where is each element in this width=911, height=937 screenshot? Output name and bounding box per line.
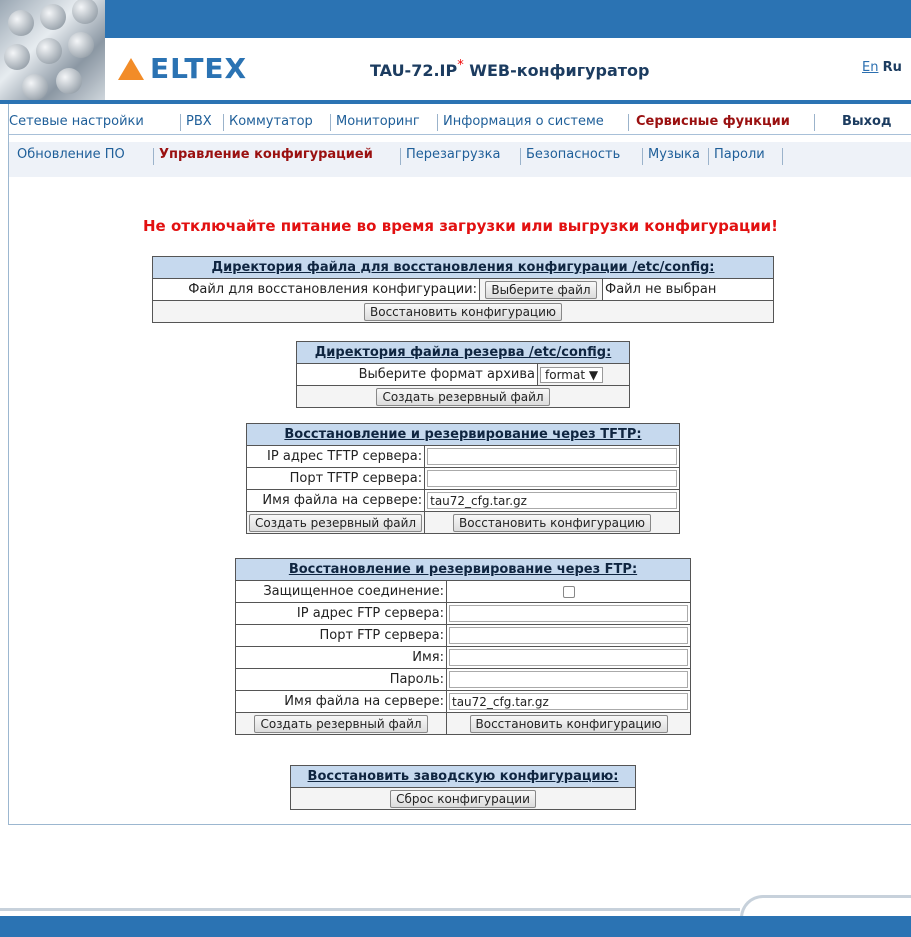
tftp-port-label: Порт TFTP сервера: — [245, 467, 426, 490]
footer-bar — [0, 916, 911, 937]
subtab-reboot[interactable]: Перезагрузка — [406, 147, 500, 162]
ftp-secure-checkbox[interactable] — [562, 585, 575, 598]
ftp-secure-label: Защищенное соединение: — [235, 580, 447, 603]
top-bar — [0, 0, 911, 38]
backup-header: Директория файла резерва /etc/config: — [296, 341, 630, 364]
reset-config-button[interactable]: Сброс конфигурации — [390, 789, 536, 808]
format-label: Выберите формат архива — [296, 363, 538, 386]
format-select[interactable]: format ▼ — [540, 366, 604, 383]
restore-file-label: Файл для восстановления конфигурации: — [152, 278, 480, 301]
logo-triangle-icon — [118, 58, 144, 80]
main-content: Сетевые настройки PBX Коммутатор Монитор… — [8, 104, 911, 825]
factory-reset-table: Восстановить заводскую конфигурацию: Сбр… — [290, 765, 636, 810]
subtab-firmware-update[interactable]: Обновление ПО — [17, 147, 125, 162]
page-title: TAU-72.IP* WEB-конфигуратор — [370, 58, 650, 80]
dropdown-arrow-icon: ▼ — [588, 367, 599, 382]
create-backup-button[interactable]: Создать резервный файл — [376, 387, 550, 406]
subtab-music[interactable]: Музыка — [648, 147, 700, 162]
ftp-ip-label: IP адрес FTP сервера: — [235, 602, 447, 625]
tab-exit[interactable]: Выход — [842, 110, 891, 134]
footer-line — [0, 908, 740, 911]
tftp-filename-label: Имя файла на сервере: — [245, 489, 426, 512]
tab-system-info[interactable]: Информация о системе — [443, 110, 604, 134]
tftp-filename-input[interactable]: tau72_cfg.tar.gz — [427, 492, 677, 509]
backup-table: Директория файла резерва /etc/config: Вы… — [296, 341, 630, 408]
tab-service-functions[interactable]: Сервисные функции — [636, 110, 790, 134]
restore-header: Директория файла для восстановления конф… — [152, 256, 774, 279]
choose-file-button[interactable]: Выберите файл — [485, 280, 597, 299]
restore-file-table: Директория файла для восстановления конф… — [152, 256, 774, 323]
lang-en-link[interactable]: En — [862, 60, 878, 75]
ftp-password-input[interactable] — [449, 671, 688, 688]
ftp-password-label: Пароль: — [235, 668, 447, 691]
keypad-image — [0, 0, 105, 100]
factory-header: Восстановить заводскую конфигурацию: — [290, 765, 636, 788]
ftp-create-backup-button[interactable]: Создать резервный файл — [254, 714, 428, 733]
eltex-logo: ELTEX — [118, 52, 247, 85]
tftp-port-input[interactable] — [427, 470, 677, 487]
restore-config-button[interactable]: Восстановить конфигурацию — [364, 302, 562, 321]
language-switch: En Ru — [862, 60, 902, 75]
footer-curve — [740, 895, 911, 918]
tftp-table: Восстановление и резервирование через TF… — [245, 423, 680, 534]
subtab-config-management[interactable]: Управление конфигурацией — [159, 147, 373, 162]
main-nav: Сетевые настройки PBX Коммутатор Монитор… — [9, 110, 911, 135]
ftp-name-label: Имя: — [235, 646, 447, 669]
no-file-text: Файл не выбран — [602, 278, 774, 301]
tab-monitoring[interactable]: Мониторинг — [336, 110, 420, 134]
warning-message: Не отключайте питание во время загрузки … — [143, 217, 778, 235]
ftp-header: Восстановление и резервирование через FT… — [235, 558, 691, 581]
ftp-table: Восстановление и резервирование через FT… — [235, 558, 691, 735]
tab-switch[interactable]: Коммутатор — [229, 110, 313, 134]
tab-pbx[interactable]: PBX — [186, 110, 212, 134]
ftp-port-label: Порт FTP сервера: — [235, 624, 447, 647]
sub-nav: Обновление ПО Управление конфигурацией П… — [9, 142, 911, 177]
subtab-security[interactable]: Безопасность — [526, 147, 620, 162]
lang-ru[interactable]: Ru — [883, 60, 902, 75]
ftp-name-input[interactable] — [449, 649, 688, 666]
tftp-create-backup-button[interactable]: Создать резервный файл — [249, 513, 423, 532]
tftp-ip-input[interactable] — [427, 448, 677, 465]
ftp-restore-button[interactable]: Восстановить конфигурацию — [469, 714, 668, 733]
tftp-ip-label: IP адрес TFTP сервера: — [245, 445, 426, 468]
tftp-header: Восстановление и резервирование через TF… — [246, 423, 680, 446]
tab-network-settings[interactable]: Сетевые настройки — [9, 110, 144, 134]
ftp-port-input[interactable] — [449, 627, 688, 644]
ftp-filename-input[interactable]: tau72_cfg.tar.gz — [449, 693, 688, 710]
ftp-filename-label: Имя файла на сервере: — [235, 690, 447, 713]
subtab-passwords[interactable]: Пароли — [714, 147, 765, 162]
tftp-restore-button[interactable]: Восстановить конфигурацию — [453, 513, 652, 532]
ftp-ip-input[interactable] — [449, 605, 688, 622]
